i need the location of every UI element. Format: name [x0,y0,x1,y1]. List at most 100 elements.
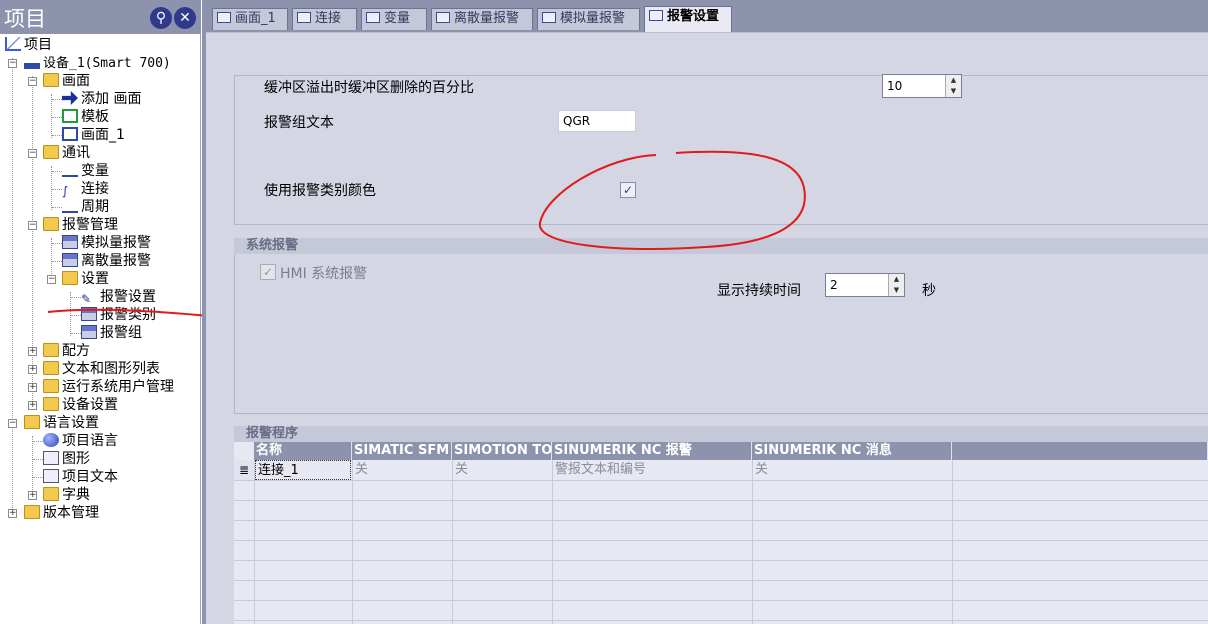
tab-screen-1[interactable]: 画面_1 [212,8,288,30]
tree-item-device-settings[interactable]: 设备设置 [43,396,118,414]
seconds-unit-label: 秒 [922,283,936,299]
tree-item-add-screen[interactable]: 添加 画面 [62,90,141,108]
variable-icon [366,12,380,23]
tree-item-analog-alarms[interactable]: 模拟量报警 [62,234,151,252]
device-icon [24,63,40,69]
tree-item-text-graphic-lists[interactable]: 文本和图形列表 [43,360,160,378]
tree-item-project[interactable]: 项目 [5,36,52,54]
collapse-icon[interactable]: − [28,221,37,230]
collapse-icon[interactable]: − [8,59,17,68]
variable-icon [62,163,78,177]
tree-item-version-management[interactable]: 版本管理 [24,504,99,522]
pin-icon[interactable]: ⚲ [150,7,172,29]
tree-item-alarm-settings[interactable]: ✎ 报警设置 [81,288,156,306]
tree-item-project-languages[interactable]: 项目语言 [43,432,118,450]
collapse-icon[interactable]: − [28,149,37,158]
alarm-icon [62,235,78,249]
column-header[interactable]: SINUMERIK NC 报警 [552,442,752,460]
tree-item-template[interactable]: 模板 [62,108,109,126]
project-pane-header: 项目 ⚲ ✕ [0,0,201,34]
display-duration-label: 显示持续时间 [717,283,801,299]
alarm-group-text-input[interactable]: QGR [558,110,636,132]
table-cell[interactable]: 关 [453,460,551,480]
tree-item-connections[interactable]: ∫ 连接 [62,180,109,198]
cycle-icon [62,199,78,213]
tree-item-recipes[interactable]: 配方 [43,342,90,360]
row-selector-icon[interactable]: ≣ [234,460,254,480]
red-annotation-circle [538,150,806,250]
tab-analog-alarms[interactable]: 模拟量报警 [537,8,640,30]
template-icon [62,109,78,123]
tree-item-alarm-groups[interactable]: 报警组 [81,324,142,342]
folder-icon [24,505,40,519]
collapse-icon[interactable]: − [28,77,37,86]
folder-icon [43,379,59,393]
alarm-icon [62,253,78,267]
tree-item-communication[interactable]: 通讯 [43,144,90,162]
spin-down-icon[interactable]: ▼ [889,285,904,296]
expand-icon[interactable]: + [28,383,37,392]
screen-icon [62,127,78,141]
system-alarms-section [234,238,1208,414]
tree-item-screens[interactable]: 画面 [43,72,90,90]
tab-variables[interactable]: 变量 [361,8,427,30]
buffer-overflow-label: 缓冲区溢出时缓冲区删除的百分比 [264,80,474,96]
folder-icon [43,397,59,411]
spin-up-icon[interactable]: ▲ [946,75,961,86]
alarm-procedures-table: 名称 SIMATIC SFM SIMOTION TO SINUMERIK NC … [234,442,1208,624]
expand-icon[interactable]: + [28,347,37,356]
column-header-empty [952,442,1208,460]
column-header[interactable]: SIMATIC SFM [352,442,452,460]
tree-item-language-settings[interactable]: 语言设置 [24,414,99,432]
display-duration-stepper[interactable]: 2 ▲ ▼ [825,273,905,297]
tree-item-graphics[interactable]: 图形 [43,450,90,468]
expand-icon[interactable]: + [8,509,17,518]
spin-up-icon[interactable]: ▲ [889,274,904,285]
folder-icon [43,145,59,159]
text-document-icon [43,469,59,483]
close-icon[interactable]: ✕ [174,7,196,29]
expand-icon[interactable]: + [28,365,37,374]
alarm-procedures-title: 报警程序 [234,426,1208,442]
tree-item-alarm-management[interactable]: 报警管理 [43,216,118,234]
alarm-group-icon [81,325,97,339]
collapse-icon[interactable]: − [47,275,56,284]
tree-item-settings[interactable]: 设置 [62,270,109,288]
tree-item-dictionaries[interactable]: 字典 [43,486,90,504]
project-icon [5,37,21,51]
tree-item-cycles[interactable]: 周期 [62,198,109,216]
use-class-colors-label: 使用报警类别颜色 [264,183,376,199]
globe-icon [43,433,59,447]
table-cell[interactable]: 关 [353,460,451,480]
buffer-overflow-stepper[interactable]: 10 ▲ ▼ [882,74,962,98]
table-cell[interactable]: 关 [753,460,951,480]
connection-icon [297,12,311,23]
tree-item-project-texts[interactable]: 项目文本 [43,468,118,486]
alarm-settings-icon [649,10,663,21]
tab-connections[interactable]: 连接 [292,8,357,30]
column-header[interactable]: 名称 [254,442,352,460]
tree-item-device[interactable]: 设备_1(Smart 700) [24,54,171,72]
table-cell[interactable]: 警报文本和编号 [553,460,751,480]
tree-item-variables[interactable]: 变量 [62,162,109,180]
tab-alarm-settings[interactable]: 报警设置 [644,6,732,32]
column-header[interactable]: SINUMERIK NC 消息 [752,442,952,460]
folder-icon [24,415,40,429]
table-cell-name[interactable]: 连接_1 [255,460,351,480]
tree-item-discrete-alarms[interactable]: 离散量报警 [62,252,151,270]
expand-icon[interactable]: + [28,401,37,410]
alarm-settings-content: 缓冲区溢出时缓冲区删除的百分比 10 ▲ ▼ 报警组文本 QGR 使用报警类别颜色… [206,32,1208,624]
project-pane-title: 项目 [4,7,46,31]
column-header[interactable]: SIMOTION TO [452,442,552,460]
tree-item-screen-1[interactable]: 画面_1 [62,126,125,144]
spin-arrows[interactable]: ▲ ▼ [888,274,904,296]
spin-down-icon[interactable]: ▼ [946,86,961,97]
spin-arrows[interactable]: ▲ ▼ [945,75,961,97]
alarm-group-text-label: 报警组文本 [264,115,334,131]
tab-discrete-alarms[interactable]: 离散量报警 [431,8,533,30]
folder-icon [43,217,59,231]
tree-item-runtime-user-admin[interactable]: 运行系统用户管理 [43,378,174,396]
hmi-system-alarms-checkbox[interactable]: ✓ [260,264,276,280]
expand-icon[interactable]: + [28,491,37,500]
collapse-icon[interactable]: − [8,419,17,428]
